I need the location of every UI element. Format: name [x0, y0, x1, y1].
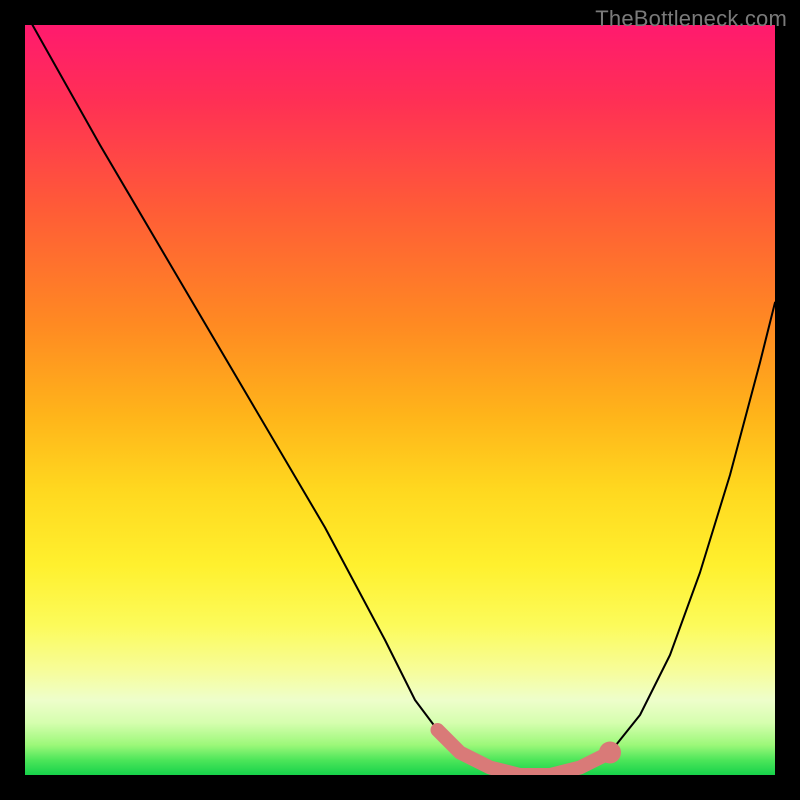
bottleneck-curve — [33, 25, 776, 775]
plot-area — [25, 25, 775, 775]
optimal-end-dot — [599, 741, 621, 763]
chart-stage: TheBottleneck.com — [0, 0, 800, 800]
chart-svg — [25, 25, 775, 775]
watermark-text: TheBottleneck.com — [595, 6, 787, 32]
optimal-range-marker — [438, 730, 611, 775]
